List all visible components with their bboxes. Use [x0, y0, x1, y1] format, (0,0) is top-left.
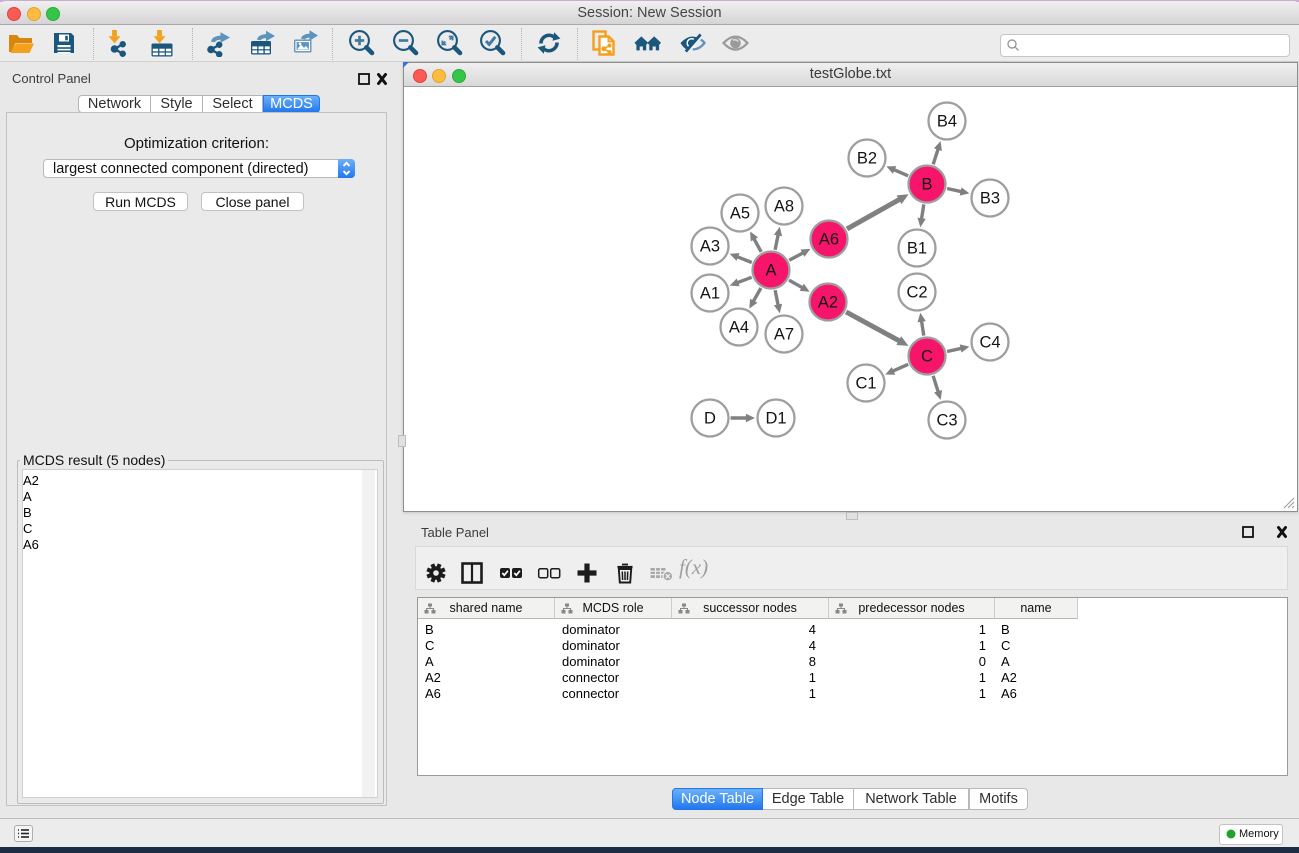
svg-text:C3: C3	[936, 412, 957, 430]
svg-text:C1: C1	[855, 375, 876, 393]
svg-text:A7: A7	[774, 326, 794, 344]
svg-text:C4: C4	[979, 334, 1000, 352]
svg-text:A3: A3	[700, 238, 720, 256]
svg-text:B: B	[921, 176, 932, 194]
svg-text:C: C	[921, 348, 933, 366]
svg-text:B2: B2	[857, 150, 877, 168]
svg-text:B4: B4	[937, 113, 957, 131]
svg-text:D: D	[704, 410, 716, 428]
svg-text:A: A	[765, 262, 776, 280]
svg-text:A5: A5	[730, 205, 750, 223]
svg-text:A2: A2	[818, 294, 838, 312]
svg-text:B1: B1	[907, 240, 927, 258]
svg-text:B3: B3	[980, 190, 1000, 208]
svg-text:D1: D1	[765, 410, 786, 428]
svg-text:A1: A1	[700, 285, 720, 303]
svg-text:C2: C2	[906, 284, 927, 302]
svg-text:A6: A6	[819, 231, 839, 249]
svg-text:A4: A4	[729, 319, 749, 337]
svg-text:A8: A8	[774, 198, 794, 216]
